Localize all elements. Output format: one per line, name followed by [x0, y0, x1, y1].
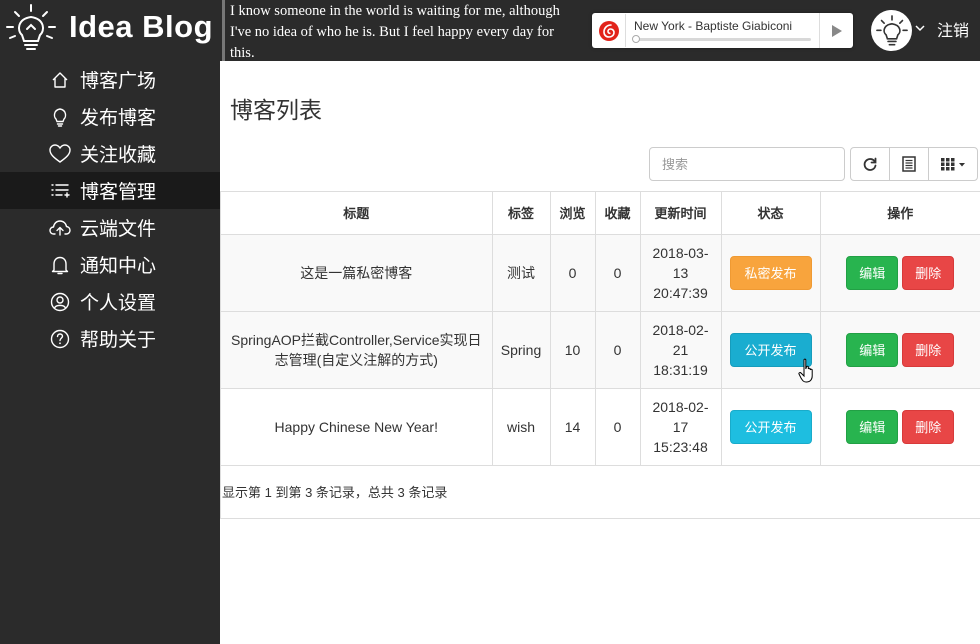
- table-row: Happy Chinese New Year! wish 14 0 2018-0…: [221, 388, 980, 466]
- brand[interactable]: Idea Blog: [0, 0, 220, 61]
- sidebar-item-label: 发布博客: [80, 108, 157, 129]
- list-icon: [49, 180, 71, 202]
- edit-button[interactable]: 编辑: [846, 332, 899, 367]
- cell-title: Happy Chinese New Year!: [221, 388, 493, 466]
- player-song-title: New York - Baptiste Giabiconi: [634, 19, 793, 33]
- play-button[interactable]: [819, 13, 853, 48]
- cell-views: 14: [550, 388, 596, 466]
- column-header-favorites[interactable]: 收藏: [595, 192, 641, 235]
- pagination-info: 显示第 1 到第 3 条记录，总共 3 条记录: [222, 485, 448, 500]
- refresh-button[interactable]: [850, 147, 890, 181]
- sidebar-item-favorites[interactable]: 关注收藏: [0, 135, 220, 172]
- edit-button[interactable]: 编辑: [846, 255, 899, 290]
- column-header-title[interactable]: 标题: [221, 192, 493, 235]
- play-icon: [831, 24, 842, 37]
- cell-views: 10: [550, 311, 596, 389]
- cell-tag: 测试: [492, 234, 551, 312]
- table-toolbar: [850, 147, 978, 181]
- cell-favorites: 0: [595, 234, 641, 312]
- sidebar-item-cloud-files[interactable]: 云端文件: [0, 209, 220, 246]
- delete-button[interactable]: 删除: [902, 332, 955, 367]
- column-header-updated[interactable]: 更新时间: [640, 192, 722, 235]
- help-icon: [49, 328, 71, 350]
- bell-icon: [49, 254, 71, 276]
- table-row: SpringAOP拦截Controller,Service实现日志管理(自定义注…: [221, 311, 980, 389]
- avatar[interactable]: [871, 10, 912, 51]
- cell-favorites: 0: [595, 388, 641, 466]
- app-root: Idea Blog I know someone in the world is…: [0, 0, 980, 644]
- cell-tag: Spring: [492, 311, 551, 389]
- page-title: 博客列表: [230, 97, 322, 123]
- logout-link[interactable]: 注销: [937, 17, 969, 41]
- home-icon: [49, 69, 71, 91]
- avatar-lightbulb-icon: [875, 14, 908, 46]
- refresh-icon: [863, 157, 877, 171]
- cell-title: 这是一篇私密博客: [221, 234, 493, 312]
- sidebar-item-label: 博客广场: [80, 71, 157, 92]
- columns-icon: [941, 158, 965, 171]
- cell-actions: 编辑 删除: [820, 234, 980, 312]
- column-header-tag[interactable]: 标签: [492, 192, 551, 235]
- player-progress-track[interactable]: [632, 35, 811, 43]
- sidebar-item-label: 博客管理: [80, 182, 157, 203]
- sidebar-item-help[interactable]: 帮助关于: [0, 320, 220, 357]
- quote-block: I know someone in the world is waiting f…: [222, 0, 572, 61]
- list-view-icon: [902, 156, 916, 172]
- columns-dropdown-button[interactable]: [928, 147, 978, 181]
- header-quote: I know someone in the world is waiting f…: [230, 3, 560, 61]
- cell-title: SpringAOP拦截Controller,Service实现日志管理(自定义注…: [221, 311, 493, 389]
- cell-updated: 2018-03-13 20:47:39: [640, 234, 722, 312]
- brand-title: Idea Blog: [69, 9, 214, 44]
- sidebar-item-label: 帮助关于: [80, 330, 157, 351]
- sidebar: 博客广场 发布博客 关注收藏 博客管理 云端文件 通知中心 个人设置 帮助关于: [0, 61, 220, 644]
- cell-updated: 2018-02-17 15:23:48: [640, 388, 722, 466]
- sidebar-item-label: 关注收藏: [80, 145, 157, 166]
- blog-table: 标题 标签 浏览 收藏 更新时间 状态 操作 这是一篇私密博客 测试 0 0 2…: [220, 191, 980, 519]
- delete-button[interactable]: 删除: [902, 409, 955, 444]
- status-public-button[interactable]: 公开发布: [729, 409, 812, 444]
- cell-views: 0: [550, 234, 596, 312]
- hand-cursor-icon: [798, 358, 813, 383]
- sidebar-item-notifications[interactable]: 通知中心: [0, 246, 220, 283]
- cell-actions: 编辑 删除: [820, 311, 980, 389]
- top-header: Idea Blog I know someone in the world is…: [0, 0, 980, 61]
- sidebar-item-label: 云端文件: [80, 219, 157, 240]
- heart-icon: [49, 143, 71, 165]
- music-player[interactable]: New York - Baptiste Giabiconi: [592, 13, 853, 48]
- sidebar-item-blog-square[interactable]: 博客广场: [0, 61, 220, 98]
- cell-updated: 2018-02-21 18:31:19: [640, 311, 722, 389]
- sidebar-item-label: 个人设置: [80, 293, 157, 314]
- sidebar-item-label: 通知中心: [80, 256, 157, 277]
- search-input[interactable]: [649, 147, 845, 181]
- cell-status: 公开发布: [721, 388, 821, 466]
- cell-favorites: 0: [595, 311, 641, 389]
- column-header-actions[interactable]: 操作: [820, 192, 980, 235]
- user-icon: [49, 291, 71, 313]
- sidebar-item-publish[interactable]: 发布博客: [0, 98, 220, 135]
- player-progress-knob[interactable]: [632, 35, 640, 43]
- table-row: 这是一篇私密博客 测试 0 0 2018-03-13 20:47:39 私密发布…: [221, 234, 980, 312]
- lightbulb-logo-icon: [6, 4, 56, 50]
- cell-actions: 编辑 删除: [820, 388, 980, 466]
- toggle-view-button[interactable]: [889, 147, 929, 181]
- netease-music-icon: [593, 14, 626, 47]
- lightbulb-icon: [49, 106, 71, 128]
- status-private-button[interactable]: 私密发布: [729, 255, 812, 290]
- sidebar-item-blog-manage[interactable]: 博客管理: [0, 172, 220, 209]
- cell-tag: wish: [492, 388, 551, 466]
- chevron-down-icon[interactable]: [914, 22, 926, 34]
- cell-status: 私密发布: [721, 234, 821, 312]
- edit-button[interactable]: 编辑: [846, 409, 899, 444]
- sidebar-item-settings[interactable]: 个人设置: [0, 283, 220, 320]
- cloud-upload-icon: [49, 217, 71, 239]
- column-header-views[interactable]: 浏览: [550, 192, 596, 235]
- column-header-status[interactable]: 状态: [721, 192, 821, 235]
- delete-button[interactable]: 删除: [902, 255, 955, 290]
